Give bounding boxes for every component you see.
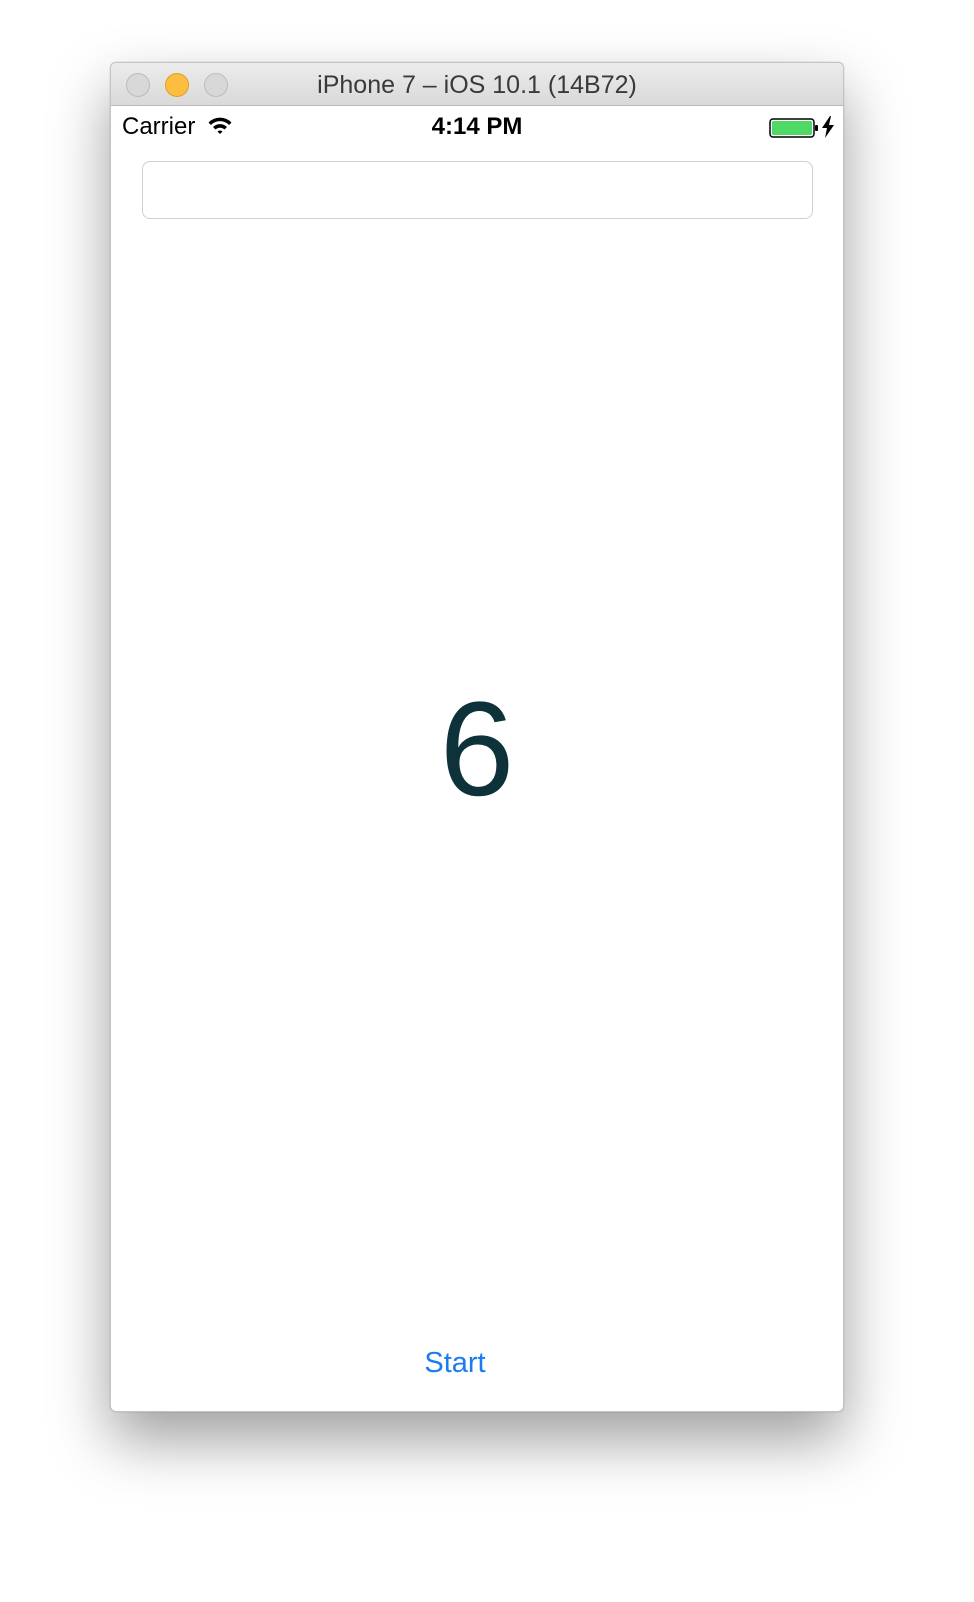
window-title: iPhone 7 – iOS 10.1 (14B72) (317, 71, 637, 99)
status-time: 4:14 PM (431, 113, 523, 140)
simulator-window: iPhone 7 – iOS 10.1 (14B72) Carrier 4:14… (110, 62, 844, 1412)
lightning-bolt-icon (821, 116, 835, 143)
battery-icon (769, 118, 819, 143)
counter-label: 6 (439, 675, 515, 824)
ios-status-bar: Carrier 4:14 PM (111, 106, 843, 146)
window-titlebar[interactable]: iPhone 7 – iOS 10.1 (14B72) (111, 63, 843, 106)
start-button[interactable]: Start (111, 1347, 843, 1380)
text-input-field[interactable] (142, 161, 813, 219)
